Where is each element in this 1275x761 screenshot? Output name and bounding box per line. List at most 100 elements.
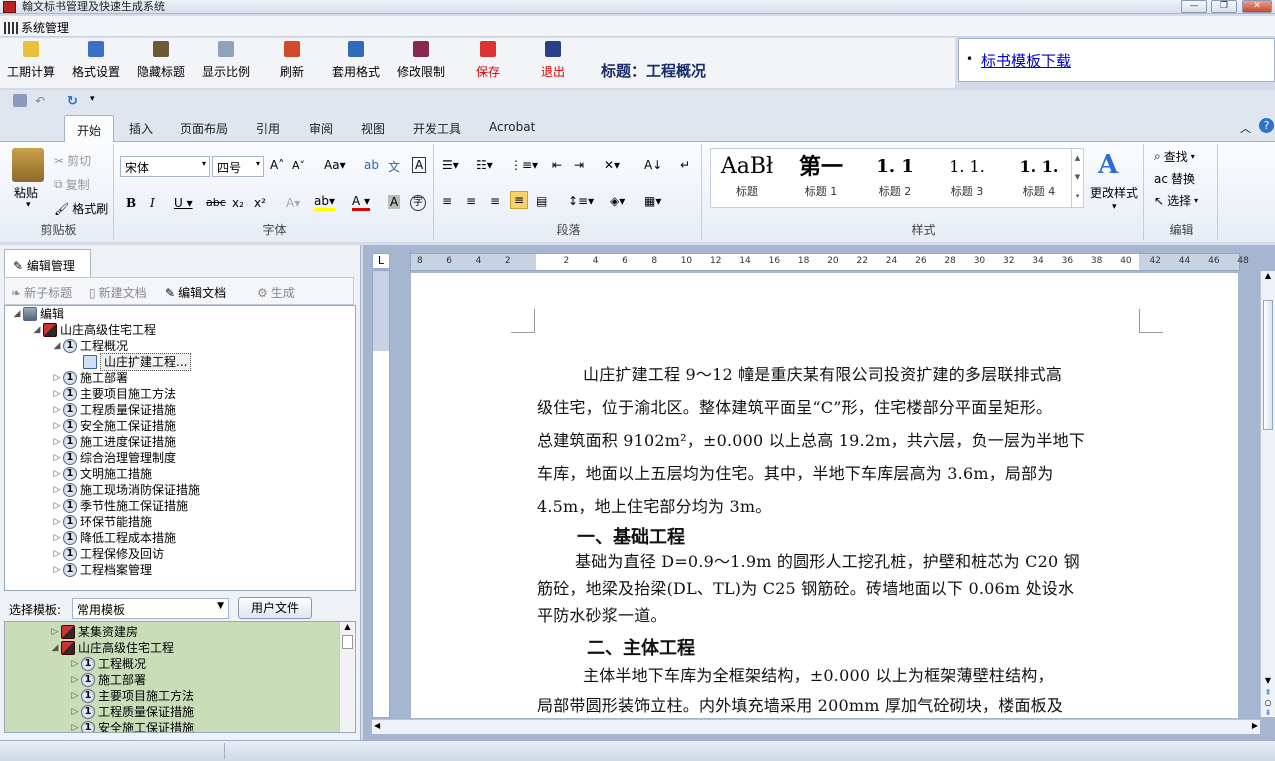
font-name-combo[interactable]: 宋体 ▾	[120, 156, 210, 177]
tree-node-section[interactable]: ▷ 1 工程档案管理	[5, 562, 355, 578]
scroll-down-icon[interactable]: ▼	[1261, 676, 1275, 685]
collapse-icon[interactable]: ◢	[31, 322, 43, 338]
subscript-icon[interactable]: x₂	[232, 196, 244, 210]
style-heading4[interactable]: 1. 1. 标题 4	[1003, 151, 1075, 207]
copy-button[interactable]: ⧉ 复制	[54, 176, 90, 193]
strikethrough-icon[interactable]: abc	[206, 196, 226, 209]
template-download-link[interactable]: 标书模板下载	[981, 50, 1071, 71]
expand-icon[interactable]: ▷	[51, 402, 63, 418]
borders-icon[interactable]: ▦▾	[644, 194, 661, 208]
paste-icon[interactable]	[12, 148, 44, 182]
paragraph-2[interactable]: 基础为直径 D=0.9～1.9m 的圆形人工挖孔桩，护壁和桩芯为 C20 钢 筋…	[537, 548, 1141, 629]
menu-system[interactable]: 系统管理	[4, 19, 69, 36]
edit-document-button[interactable]: ✎ 编辑文档	[165, 284, 226, 301]
tree-node-root[interactable]: ◢ 编辑	[5, 306, 355, 322]
change-case-icon[interactable]: Aa▾	[324, 158, 346, 172]
maximize-button[interactable]: ❐	[1211, 0, 1237, 13]
collapse-ribbon-icon[interactable]: ︿	[1240, 120, 1251, 136]
style-title[interactable]: AaBł 标题	[711, 151, 783, 207]
undo-icon[interactable]: ↶	[35, 94, 49, 108]
expand-icon[interactable]: ▷	[69, 672, 81, 688]
collapse-icon[interactable]: ◢	[11, 306, 23, 322]
find-button[interactable]: ⌕ 查找 ▾	[1154, 148, 1195, 165]
tree-node-section[interactable]: ▷ 1 施工进度保证措施	[5, 434, 355, 450]
tree-node-section[interactable]: ▷ 1 工程质量保证措施	[5, 402, 355, 418]
expand-icon[interactable]: ▷	[51, 546, 63, 562]
format-painter-button[interactable]: 🖌 格式刷	[54, 200, 108, 217]
char-shading-icon[interactable]: A	[388, 195, 401, 209]
tree-node-section[interactable]: ▷ 1 工程保修及回访	[5, 546, 355, 562]
document-horizontal-scrollbar[interactable]: ◀ ▶	[372, 719, 1260, 734]
paragraph-3[interactable]: 主体半地下车库为全框架结构，±0.000 以上为框架薄壁柱结构， 局部带圆形装饰…	[537, 661, 1141, 718]
horizontal-ruler[interactable]: 8 6 4 2 2 4 6 8 10 12 14 16 18 20 22 24 26 28 30 32 34 36 38 40…	[410, 253, 1249, 271]
tab-references[interactable]: 引用	[250, 118, 286, 139]
chinese-layout-icon[interactable]: ✕▾	[604, 158, 620, 172]
tree-node-section[interactable]: ▷ 1 季节性施工保证措施	[5, 498, 355, 514]
heading-foundation[interactable]: 一、基础工程	[577, 523, 685, 549]
style-heading3[interactable]: 1. 1. 标题 3	[931, 151, 1003, 207]
refresh-button[interactable]: 刷新	[280, 41, 304, 80]
tab-developer[interactable]: 开发工具	[407, 118, 467, 139]
edit-restrict-button[interactable]: 修改限制	[397, 41, 445, 80]
expand-icon[interactable]: ▷	[69, 704, 81, 720]
expand-icon[interactable]: ▷	[69, 688, 81, 704]
tab-home[interactable]: 开始	[64, 115, 115, 142]
sort-icon[interactable]: A↓	[644, 158, 662, 172]
font-color-icon[interactable]: A ▾	[352, 194, 371, 211]
collapse-icon[interactable]: ◢	[49, 640, 61, 656]
tab-insert[interactable]: 插入	[123, 118, 159, 139]
expand-icon[interactable]: ▷	[51, 386, 63, 402]
save-icon[interactable]	[13, 94, 27, 107]
show-marks-icon[interactable]: ↵	[680, 158, 690, 172]
next-page-icon[interactable]: ⇟	[1261, 708, 1275, 717]
redo-icon[interactable]: ↻	[67, 94, 81, 109]
expand-icon[interactable]: ▷	[51, 370, 63, 386]
change-styles-dropdown-icon[interactable]: ▾	[1112, 202, 1117, 212]
browse-object-icon[interactable]: ○	[1261, 698, 1275, 707]
change-styles-icon[interactable]: A	[1098, 150, 1118, 180]
template-select[interactable]: 常用模板 ▼	[72, 598, 229, 619]
numbering-icon[interactable]: ☷▾	[476, 158, 493, 172]
style-heading2[interactable]: 1. 1 标题 2	[859, 151, 931, 207]
text-effect-icon[interactable]: A▾	[286, 196, 300, 210]
decrease-indent-icon[interactable]: ⇤	[552, 158, 562, 172]
template-node-section[interactable]: ▷ 1 工程概况	[5, 656, 355, 672]
bold-icon[interactable]: B	[126, 196, 136, 210]
expand-icon[interactable]: ▷	[51, 482, 63, 498]
template-node-project[interactable]: ◢ 山庄高级住宅工程	[5, 640, 355, 656]
tab-edit-management[interactable]: ✎ 编辑管理	[4, 249, 91, 277]
shading-icon[interactable]: ◈▾	[610, 194, 625, 208]
customize-icon[interactable]: ▾	[90, 94, 104, 107]
replace-button[interactable]: ac 替换	[1154, 170, 1195, 187]
tree-node-section[interactable]: ▷ 1 环保节能措施	[5, 514, 355, 530]
tree-node-section[interactable]: ▷ 1 施工现场消防保证措施	[5, 482, 355, 498]
char-border-icon[interactable]: A	[412, 157, 427, 173]
tree-node-project[interactable]: ◢ 山庄高级住宅工程	[5, 322, 355, 338]
new-subtitle-button[interactable]: ❧ 新子标题	[11, 284, 72, 301]
style-gallery-scroll[interactable]: ▲ ▼ ▾	[1071, 149, 1083, 207]
generate-button[interactable]: ⚙ 生成	[257, 284, 295, 301]
bullets-icon[interactable]: ☰▾	[442, 158, 459, 172]
expand-icon[interactable]: ▷	[51, 530, 63, 546]
minimize-button[interactable]: —	[1181, 0, 1207, 13]
scroll-up-icon[interactable]: ▲	[340, 622, 355, 631]
tree-node-section[interactable]: ▷ 1 施工部署	[5, 370, 355, 386]
select-button[interactable]: ↖ 选择 ▾	[1154, 192, 1198, 209]
template-node-housing[interactable]: ▷ 某集资建房	[5, 624, 355, 640]
tree-node-section[interactable]: ▷ 1 文明施工措施	[5, 466, 355, 482]
cut-button[interactable]: ✂ 剪切	[54, 152, 91, 169]
new-document-button[interactable]: ▯ 新建文档	[89, 284, 147, 301]
superscript-icon[interactable]: x²	[254, 196, 266, 210]
paste-dropdown-icon[interactable]: ▾	[26, 200, 31, 210]
expand-icon[interactable]: ▷	[51, 514, 63, 530]
template-node-section[interactable]: ▷ 1 施工部署	[5, 672, 355, 688]
save-button[interactable]: 保存	[476, 41, 500, 80]
tab-view[interactable]: 视图	[355, 118, 391, 139]
tree-node-section[interactable]: ▷ 1 综合治理管理制度	[5, 450, 355, 466]
expand-icon[interactable]: ▷	[69, 720, 81, 732]
change-styles-button[interactable]: 更改样式	[1090, 184, 1138, 201]
multilevel-list-icon[interactable]: ⋮≡▾	[510, 158, 538, 172]
align-center-icon[interactable]: ≡	[466, 194, 476, 208]
close-button[interactable]: ✕	[1242, 0, 1272, 13]
expand-icon[interactable]: ▷	[51, 562, 63, 578]
